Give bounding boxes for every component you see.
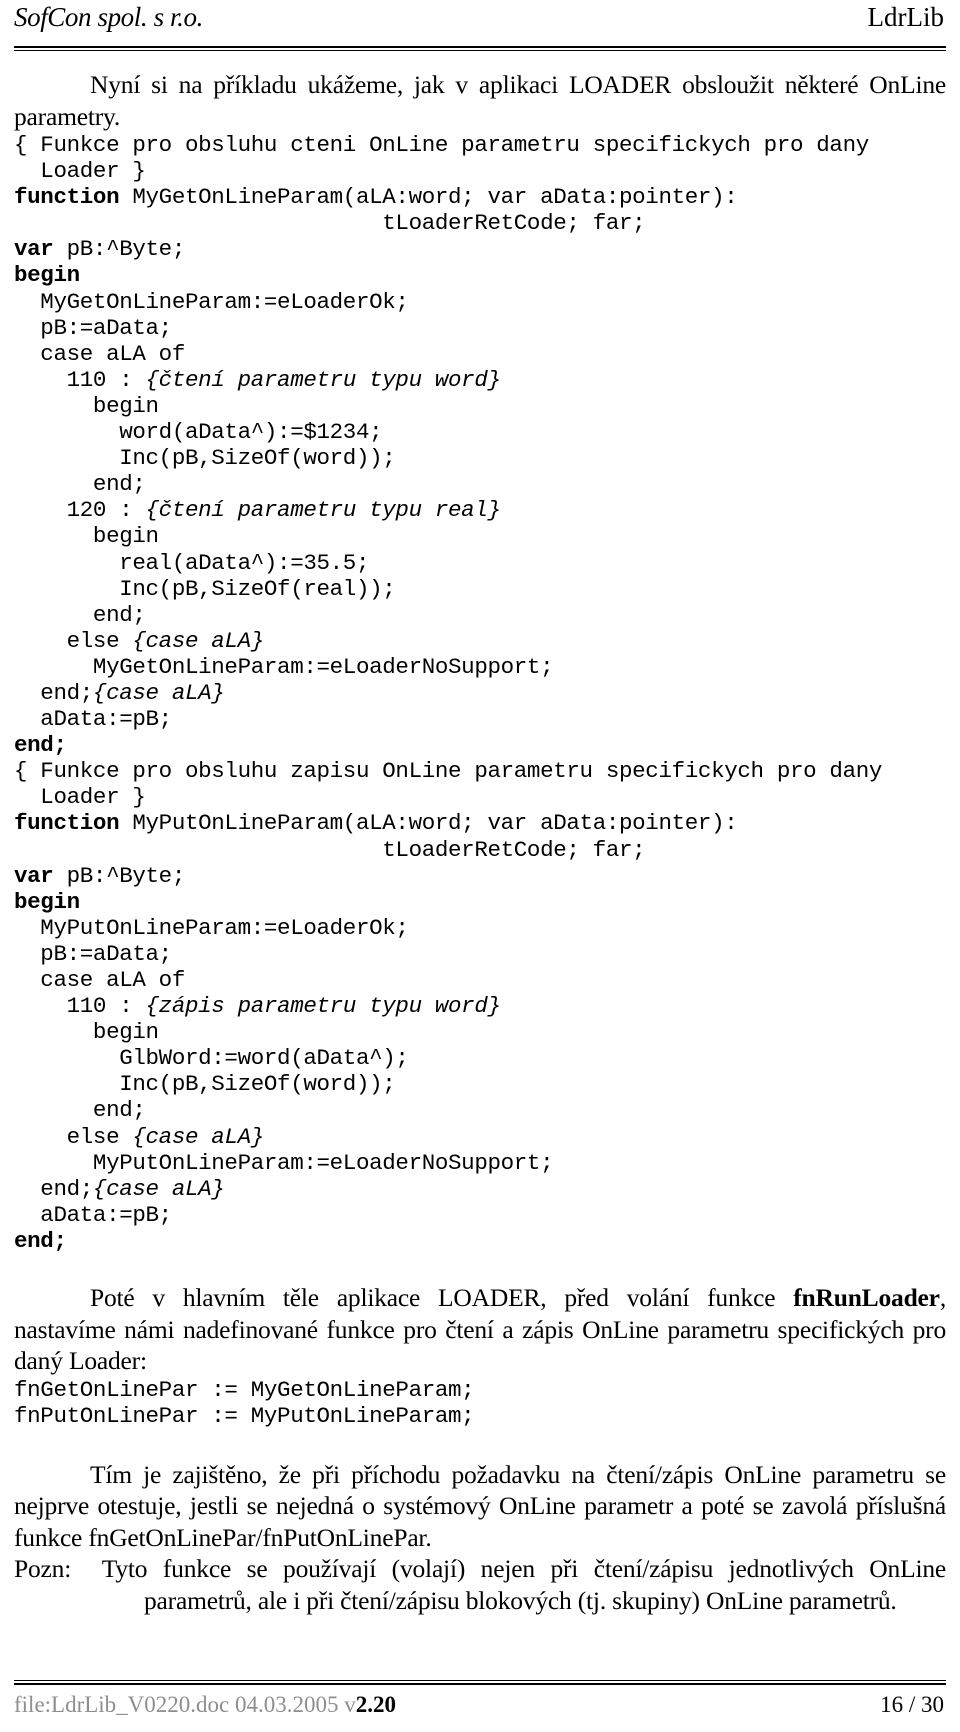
fnrunloader-emphasis: fnRunLoader (793, 1283, 940, 1313)
footer-version: 2.20 (355, 1692, 397, 1717)
document-page: SofCon spol. s r.o. LdrLib Nyní si na př… (0, 0, 960, 1732)
note-spacer (71, 1554, 102, 1583)
code-block-write-function: { Funkce pro obsluhu zapisu OnLine param… (14, 758, 883, 1254)
document-body: Nyní si na příkladu ukážeme, jak v aplik… (14, 69, 946, 1616)
footer-file-info: file:LdrLib_V0220.doc 04.03.2005 v2.20 (14, 1692, 396, 1718)
code-block-read-function: { Funkce pro obsluhu cteni OnLine parame… (14, 132, 869, 759)
footer-row: file:LdrLib_V0220.doc 04.03.2005 v2.20 1… (14, 1685, 946, 1718)
paragraph-guarantee: Tím je zajištěno, že při příchodu požada… (14, 1459, 946, 1552)
paragraph-after-code: Poté v hlavním těle aplikace LOADER, pře… (14, 1282, 946, 1377)
footer-page-number: 16 / 30 (880, 1692, 944, 1717)
code-block-assignments: fnGetOnLinePar := MyGetOnLineParam; fnPu… (14, 1376, 475, 1429)
page-footer: file:LdrLib_V0220.doc 04.03.2005 v2.20 1… (14, 1680, 946, 1718)
page-header: SofCon spol. s r.o. LdrLib (14, 0, 946, 46)
paragraph-note: Pozn: Tyto funkce se používají (volají) … (14, 1553, 946, 1616)
header-document-title: LdrLib (867, 2, 944, 32)
note-label: Pozn: (14, 1554, 72, 1584)
intro-paragraph: Nyní si na příkladu ukážeme, jak v aplik… (14, 70, 946, 131)
note-text: Tyto funkce se používají (volají) nejen … (101, 1554, 946, 1615)
paragraph-after-code-part1: Poté v hlavním těle aplikace LOADER, pře… (90, 1283, 794, 1313)
footer-file-info-text: file:LdrLib_V0220.doc 04.03.2005 v (14, 1692, 356, 1717)
header-company-name: SofCon spol. s r.o. (14, 2, 203, 32)
header-divider (14, 46, 946, 51)
